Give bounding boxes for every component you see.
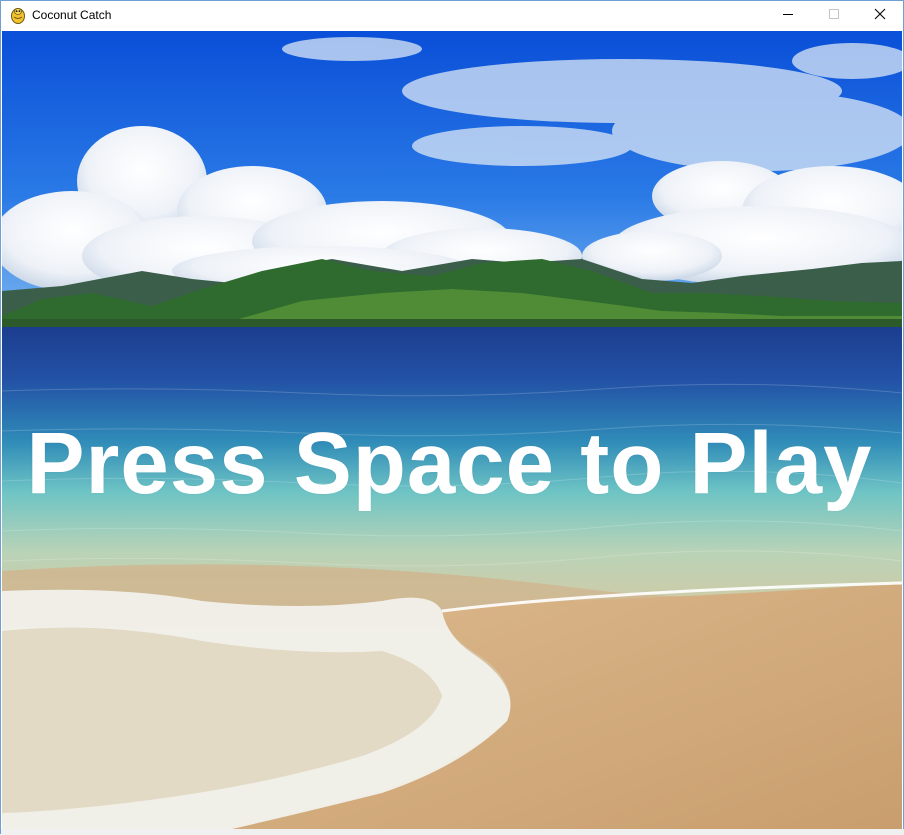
title-bar[interactable]: Coconut Catch <box>1 1 903 31</box>
minimize-icon <box>782 7 794 25</box>
game-canvas[interactable]: Press Space to Play <box>2 31 902 829</box>
python-snake-icon <box>10 7 26 24</box>
window-bottom-edge <box>1 829 904 835</box>
press-space-prompt: Press Space to Play <box>26 415 873 512</box>
maximize-icon <box>828 7 840 25</box>
game-window: Coconut Catch Press Space to Play <box>0 0 904 835</box>
close-icon <box>874 7 886 25</box>
close-button[interactable] <box>857 1 903 31</box>
window-title: Coconut Catch <box>32 8 112 22</box>
minimize-button[interactable] <box>765 1 811 31</box>
maximize-button[interactable] <box>811 1 857 31</box>
